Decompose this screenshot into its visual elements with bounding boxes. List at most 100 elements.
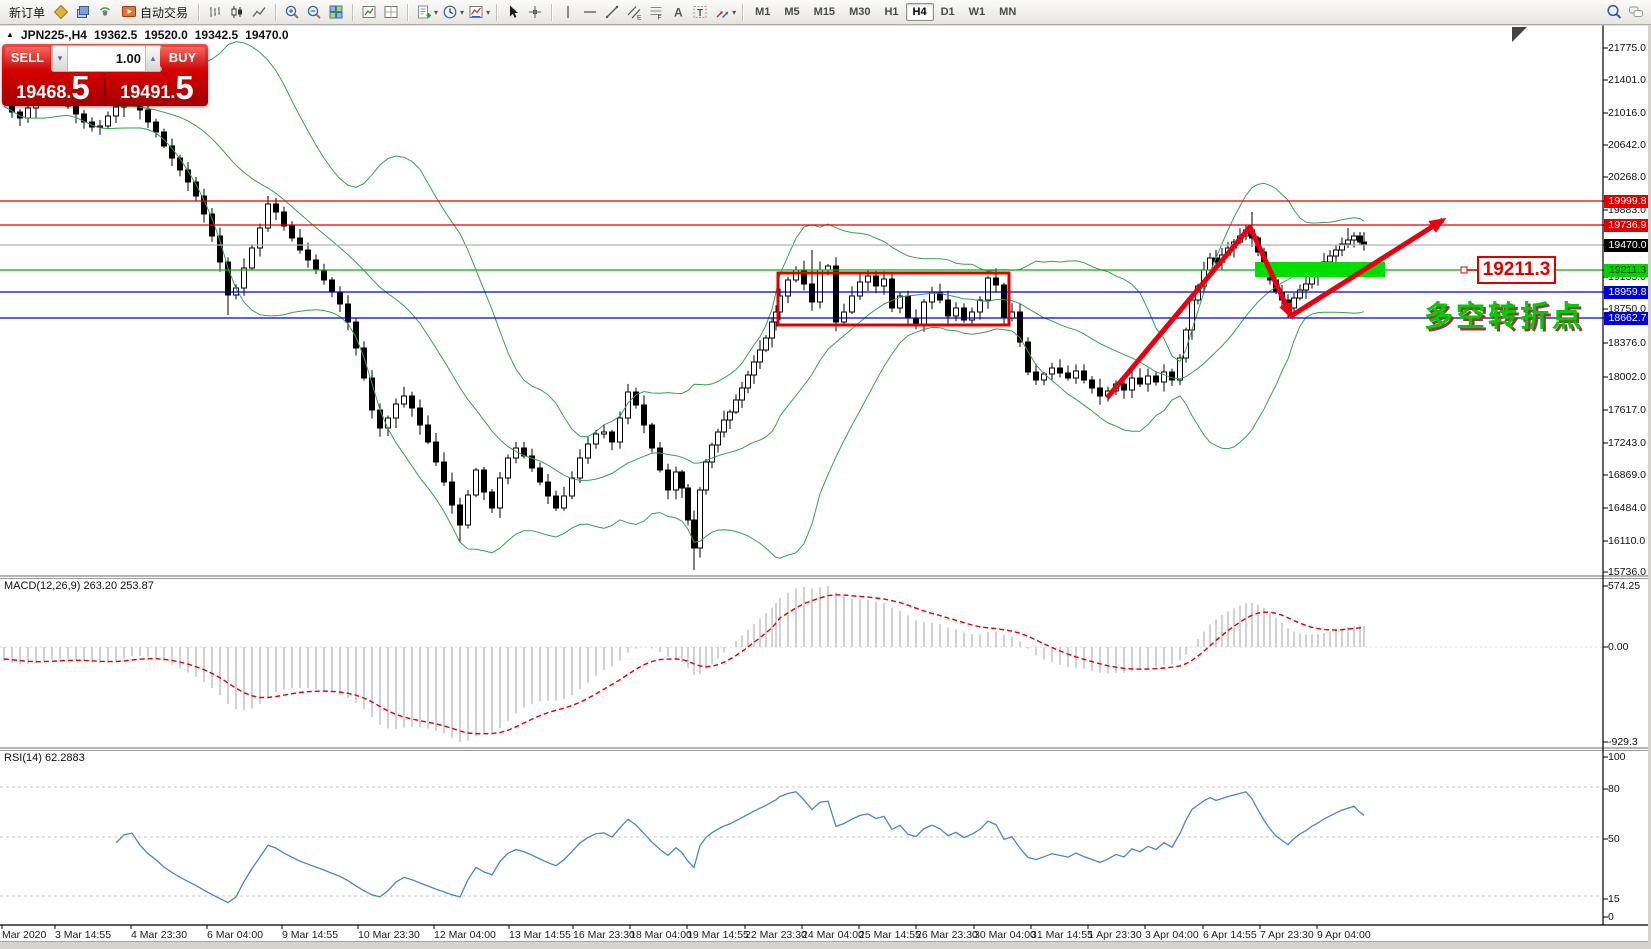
toolbar: 新订单 自动交易 ▾ ▾ ▾ E F A T ▾ M1 M5 M15 M30 H1 H4 D1 W1 MN <box>0 0 1651 25</box>
ohlc-close: 19470.0 <box>245 28 289 42</box>
fibonacci-icon[interactable]: F <box>645 3 667 22</box>
line-chart-icon[interactable] <box>248 3 270 22</box>
crosshair-icon[interactable] <box>524 3 546 22</box>
svg-text:F: F <box>658 15 662 21</box>
one-click-trading-panel: SELL ▾ ▴ BUY 19468.5 19491.5 <box>2 44 208 106</box>
sell-price[interactable]: 19468. 5 <box>2 71 104 106</box>
timeframe-button-m15[interactable]: M15 <box>807 3 842 21</box>
price-tick-label: 21401.0 <box>1608 74 1646 86</box>
price-tick-label: 20268.0 <box>1608 171 1646 183</box>
time-axis-label: 31 Mar 14:55 <box>1031 929 1093 941</box>
grid-icon[interactable] <box>380 3 402 22</box>
auto-arrange-icon[interactable] <box>358 3 380 22</box>
rsi-axis-label: 15 <box>1608 893 1620 905</box>
autotrading-button[interactable]: 自动交易 <box>116 2 193 23</box>
cursor-icon[interactable] <box>502 3 524 22</box>
trendline-icon[interactable] <box>601 3 623 22</box>
volume-increase-button[interactable]: ▴ <box>145 46 161 71</box>
accounts-icon[interactable] <box>72 3 94 22</box>
rsi-axis-label: 0 <box>1608 911 1614 923</box>
zoom-out-icon[interactable] <box>303 3 325 22</box>
ohlc-high: 19520.0 <box>144 28 188 42</box>
zigzag-impulse-arrow <box>1105 224 1294 400</box>
timeframe-button-m30[interactable]: M30 <box>842 3 877 21</box>
macd-axis-label: 0.00 <box>1608 641 1629 653</box>
toolbar-separator <box>275 3 277 21</box>
periods-icon[interactable] <box>439 3 461 22</box>
price-line-label: 18959.8 <box>1604 285 1651 299</box>
timeframe-button-m5[interactable]: M5 <box>777 3 806 21</box>
rsi-axis-label: 80 <box>1608 783 1620 795</box>
price-callout-box[interactable]: 19211.3 <box>1477 256 1556 284</box>
rsi-axis-label: 100 <box>1608 751 1626 763</box>
timeframe-button-m1[interactable]: M1 <box>748 3 777 21</box>
candlestick-icon[interactable] <box>226 3 248 22</box>
timeframe-button-h4[interactable]: H4 <box>905 3 934 21</box>
chart-canvas[interactable] <box>0 0 1651 949</box>
time-axis-label: 30 Mar 04:00 <box>974 929 1036 941</box>
time-axis-label: 6 Mar 04:00 <box>207 929 264 941</box>
price-tick-label: 21016.0 <box>1608 107 1646 119</box>
tile-windows-icon[interactable] <box>325 3 347 22</box>
toolbar-separator <box>496 3 498 21</box>
search-icon[interactable] <box>1603 3 1625 22</box>
toolbar-separator <box>407 3 409 21</box>
zoom-in-icon[interactable] <box>281 3 303 22</box>
ohlc-open: 19362.5 <box>93 28 138 42</box>
dropdown-caret-icon[interactable]: ▾ <box>434 8 438 17</box>
time-axis-label: 10 Mar 23:30 <box>358 929 420 941</box>
price-line-label: 18662.7 <box>1604 311 1651 325</box>
mt4-terminal-window: 新订单 自动交易 ▾ ▾ ▾ E F A T ▾ M1 M5 M15 M30 H1 H4 D1 W1 MN ▲ JP… <box>0 0 1651 949</box>
macd-indicator-label: MACD(12,26,9) 263.20 253.87 <box>4 580 154 592</box>
timeframe-button-d1[interactable]: D1 <box>934 3 962 21</box>
new-order-button[interactable]: 新订单 <box>4 3 50 22</box>
horizontal-line-icon[interactable] <box>579 3 601 22</box>
time-axis-label: 1 Apr 23:30 <box>1088 929 1142 941</box>
time-axis-label: 4 Mar 23:30 <box>131 929 188 941</box>
chart-title: ▲ JPN225-,H4 19362.5 19520.0 19342.5 194… <box>6 28 289 42</box>
timeframe-button-h1[interactable]: H1 <box>877 3 905 21</box>
arrows-icon[interactable] <box>711 3 733 22</box>
timeframe-button-mn[interactable]: MN <box>992 3 1023 21</box>
time-axis-label: 7 Apr 23:30 <box>1260 929 1314 941</box>
svg-text:T: T <box>697 8 703 19</box>
dropdown-caret-icon[interactable]: ▾ <box>460 8 464 17</box>
window-bottom-edge <box>0 941 1651 949</box>
text-label-icon[interactable]: T <box>689 3 711 22</box>
time-axis-label: 3 Apr 04:00 <box>1145 929 1199 941</box>
timeframe-button-w1[interactable]: W1 <box>962 3 993 21</box>
gold-seal-icon[interactable] <box>50 3 72 22</box>
bar-chart-icon[interactable] <box>204 3 226 22</box>
text-icon[interactable]: A <box>667 3 689 22</box>
symbol-timeframe: JPN225-,H4 <box>20 28 87 42</box>
time-axis-label: 22 Mar 23:30 <box>745 929 807 941</box>
price-line-label: 19736.9 <box>1604 218 1651 232</box>
time-axis-label: 6 Apr 14:55 <box>1203 929 1257 941</box>
quote-prices: 19468. 5 19491. 5 <box>2 71 208 106</box>
volume-input[interactable] <box>68 46 145 71</box>
time-axis-label: 24 Mar 04:00 <box>802 929 864 941</box>
toolbar-separator <box>742 3 744 21</box>
templates-icon[interactable] <box>465 3 487 22</box>
chart-shift-marker-icon <box>1512 27 1527 42</box>
volume-decrease-button[interactable]: ▾ <box>52 46 68 71</box>
chat-icon[interactable] <box>1625 3 1647 22</box>
indicators-icon[interactable] <box>413 3 435 22</box>
rsi-indicator-label: RSI(14) 62.2883 <box>4 752 85 764</box>
dropdown-caret-icon[interactable]: ▾ <box>486 8 490 17</box>
buy-price[interactable]: 19491. 5 <box>106 71 208 106</box>
buy-button[interactable]: BUY <box>160 47 205 68</box>
channel-icon[interactable]: E <box>623 3 645 22</box>
price-tick-label: 18002.0 <box>1608 371 1646 383</box>
sell-button[interactable]: SELL <box>5 47 50 68</box>
vertical-line-icon[interactable] <box>557 3 579 22</box>
time-axis-label: 3 Mar 14:55 <box>55 929 112 941</box>
toolbar-separator <box>198 3 200 21</box>
price-tick-label: 17617.0 <box>1608 404 1646 416</box>
dropdown-caret-icon[interactable]: ▾ <box>732 8 736 17</box>
rsi-axis-label: 50 <box>1608 833 1620 845</box>
ohlc-low: 19342.5 <box>194 28 239 42</box>
price-tick-label: 15736.0 <box>1608 566 1646 578</box>
signals-icon[interactable] <box>94 3 116 22</box>
price-line-label: 19999.8 <box>1604 194 1651 208</box>
